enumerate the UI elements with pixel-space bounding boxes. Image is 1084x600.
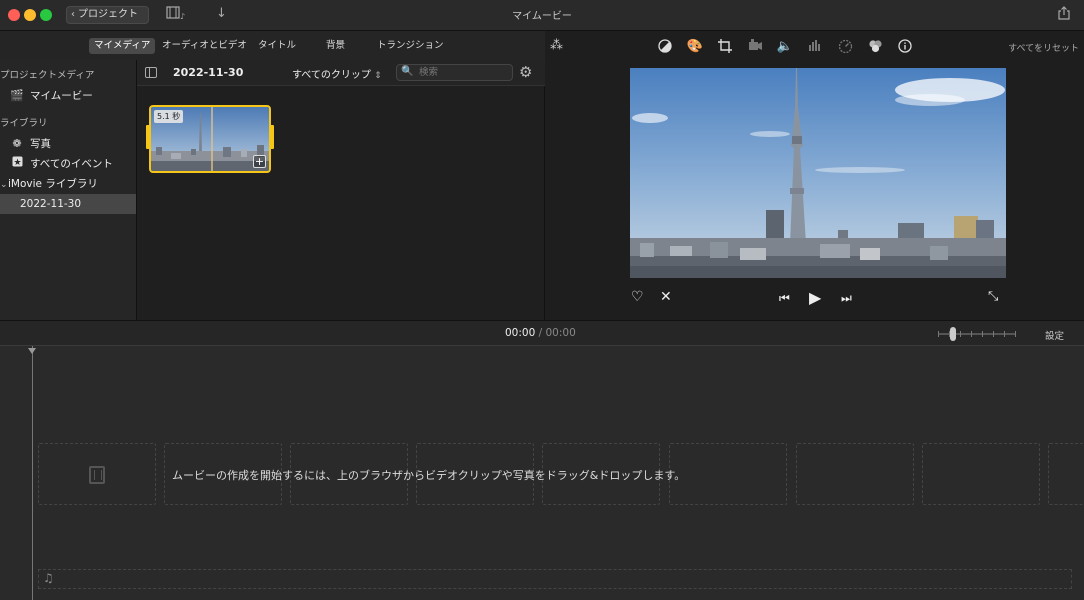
tab-backgrounds[interactable]: 背景	[321, 38, 350, 54]
clapperboard-icon: 🎬	[10, 89, 24, 102]
add-to-timeline-button[interactable]: +	[253, 155, 266, 168]
timecode-display: 00:00 / 00:00	[505, 327, 576, 339]
clip-duration-badge: 5.1 秒	[154, 110, 184, 123]
equalizer-icon[interactable]	[806, 39, 824, 55]
window-title: マイムービー	[512, 11, 572, 22]
zoom-tick	[938, 331, 939, 337]
timeline-instruction: ムービーの作成を開始するには、上のブラウザからビデオクリップや写真をドラッグ&ド…	[172, 469, 686, 482]
timeline[interactable]: ムービーの作成を開始するには、上のブラウザからビデオクリップや写真をドラッグ&ド…	[0, 346, 1084, 600]
clip-filter-select[interactable]: すべてのクリップ ⇕	[292, 66, 382, 81]
title-bar: ‹ プロジェクト ♪ ↓ マイムービー	[0, 0, 1084, 31]
browser-date-title: 2022-11-30	[173, 66, 244, 79]
media-browser: 2022-11-30 すべてのクリップ ⇕ 🔍 ⚙	[137, 60, 545, 320]
tab-transitions[interactable]: トランジション	[372, 38, 449, 54]
library-header: ライブラリ	[0, 118, 48, 129]
svg-text:★: ★	[13, 158, 21, 167]
zoom-slider-knob[interactable]	[950, 327, 956, 341]
timeline-settings-button[interactable]: 設定	[1045, 328, 1064, 342]
volume-icon[interactable]: 🔈	[776, 39, 794, 54]
favorite-heart-icon[interactable]: ♡	[631, 289, 644, 305]
magic-wand-icon[interactable]: ⁂	[550, 38, 563, 53]
music-note-icon: ♫	[43, 571, 54, 585]
sidebar-item-label: すべてのイベント	[30, 158, 113, 170]
sidebar-toggle-icon[interactable]	[145, 67, 157, 78]
video-preview[interactable]	[630, 68, 1006, 278]
play-icon[interactable]: ▶	[809, 288, 821, 307]
current-time: 00:00	[505, 327, 536, 339]
reject-icon[interactable]: ✕	[660, 289, 672, 305]
project-media-header: プロジェクトメディア	[0, 70, 95, 81]
color-correction-icon[interactable]: 🎨	[686, 39, 704, 54]
search-icon: 🔍	[401, 66, 414, 77]
timeline-placeholder-slot	[922, 443, 1040, 505]
timeline-placeholder-slot	[669, 443, 787, 505]
search-input[interactable]	[419, 66, 509, 79]
zoom-tick	[971, 331, 972, 337]
sidebar-item-label: マイムービー	[30, 90, 93, 102]
video-filter-icon[interactable]	[866, 39, 884, 57]
speed-icon[interactable]	[836, 39, 854, 57]
reset-all-button[interactable]: すべてをリセット	[1008, 41, 1079, 54]
gear-icon[interactable]: ⚙	[519, 64, 532, 81]
timeline-placeholder-slot	[1048, 443, 1084, 505]
video-clip-thumbnail[interactable]: 5.1 秒 +	[149, 105, 271, 173]
search-field[interactable]: 🔍	[396, 64, 513, 81]
zoom-tick	[960, 331, 961, 337]
flower-icon: ❁	[12, 137, 22, 150]
zoom-tick	[993, 331, 994, 337]
sidebar-item-photos[interactable]: ❁ 写真	[0, 134, 136, 154]
clip-filter-label: すべてのクリップ	[292, 70, 371, 81]
chevron-down-icon[interactable]: ⌄	[0, 175, 8, 195]
crop-icon[interactable]	[716, 39, 734, 57]
timeline-placeholder-slot	[38, 443, 156, 505]
info-icon[interactable]	[896, 39, 914, 57]
timecode-separator: /	[538, 327, 543, 339]
sidebar-item-all-events[interactable]: ★ すべてのイベント	[0, 154, 136, 174]
timeline-zoom-slider[interactable]	[938, 327, 1016, 341]
star-icon: ★	[10, 154, 24, 174]
total-time: 00:00	[545, 327, 576, 339]
fullscreen-icon[interactable]: ⤡	[988, 289, 998, 304]
viewer-panel: ⁂ 🎨 🔈 すべてをリセット ♡ ✕ ⏮ ▶ ⏭ ⤡	[545, 31, 1084, 320]
updown-chevron-icon: ⇕	[374, 71, 382, 81]
playhead-marker[interactable]	[28, 348, 36, 354]
browser-tabs: マイメディア オーディオとビデオ タイトル 背景 トランジション	[0, 31, 545, 60]
tab-audio-video[interactable]: オーディオとビデオ	[157, 38, 252, 54]
sidebar-item-event[interactable]: 2022-11-30	[0, 194, 136, 214]
library-sidebar: プロジェクトメディア 🎬 マイムービー ライブラリ ❁ 写真 ★ すべてのイベント …	[0, 60, 137, 320]
audio-track-lane[interactable]: ♫	[38, 569, 1072, 589]
zoom-tick	[1004, 331, 1005, 337]
share-icon[interactable]	[1058, 6, 1070, 24]
timeline-placeholder-slot	[796, 443, 914, 505]
zoom-tick	[1015, 331, 1016, 337]
sidebar-item-label: iMovie ライブラリ	[8, 178, 98, 190]
skip-back-icon[interactable]: ⏮	[779, 291, 790, 306]
skip-forward-icon[interactable]: ⏭	[841, 291, 852, 306]
browser-toolbar: 2022-11-30 すべてのクリップ ⇕ 🔍 ⚙	[137, 60, 545, 86]
tab-titles[interactable]: タイトル	[253, 38, 301, 54]
clip-skimmer-line	[211, 107, 213, 171]
sidebar-item-label: 写真	[30, 138, 51, 150]
timeline-toolbar: 00:00 / 00:00 設定	[0, 320, 1084, 346]
playhead-line[interactable]	[32, 346, 33, 600]
sidebar-item-project[interactable]: 🎬 マイムービー	[0, 86, 136, 106]
film-icon	[89, 466, 105, 484]
zoom-tick	[982, 331, 983, 337]
tab-my-media[interactable]: マイメディア	[89, 38, 156, 54]
color-balance-icon[interactable]	[656, 39, 674, 57]
sidebar-item-library[interactable]: ⌄iMovie ライブラリ	[0, 174, 136, 194]
stabilization-icon[interactable]	[746, 39, 764, 55]
